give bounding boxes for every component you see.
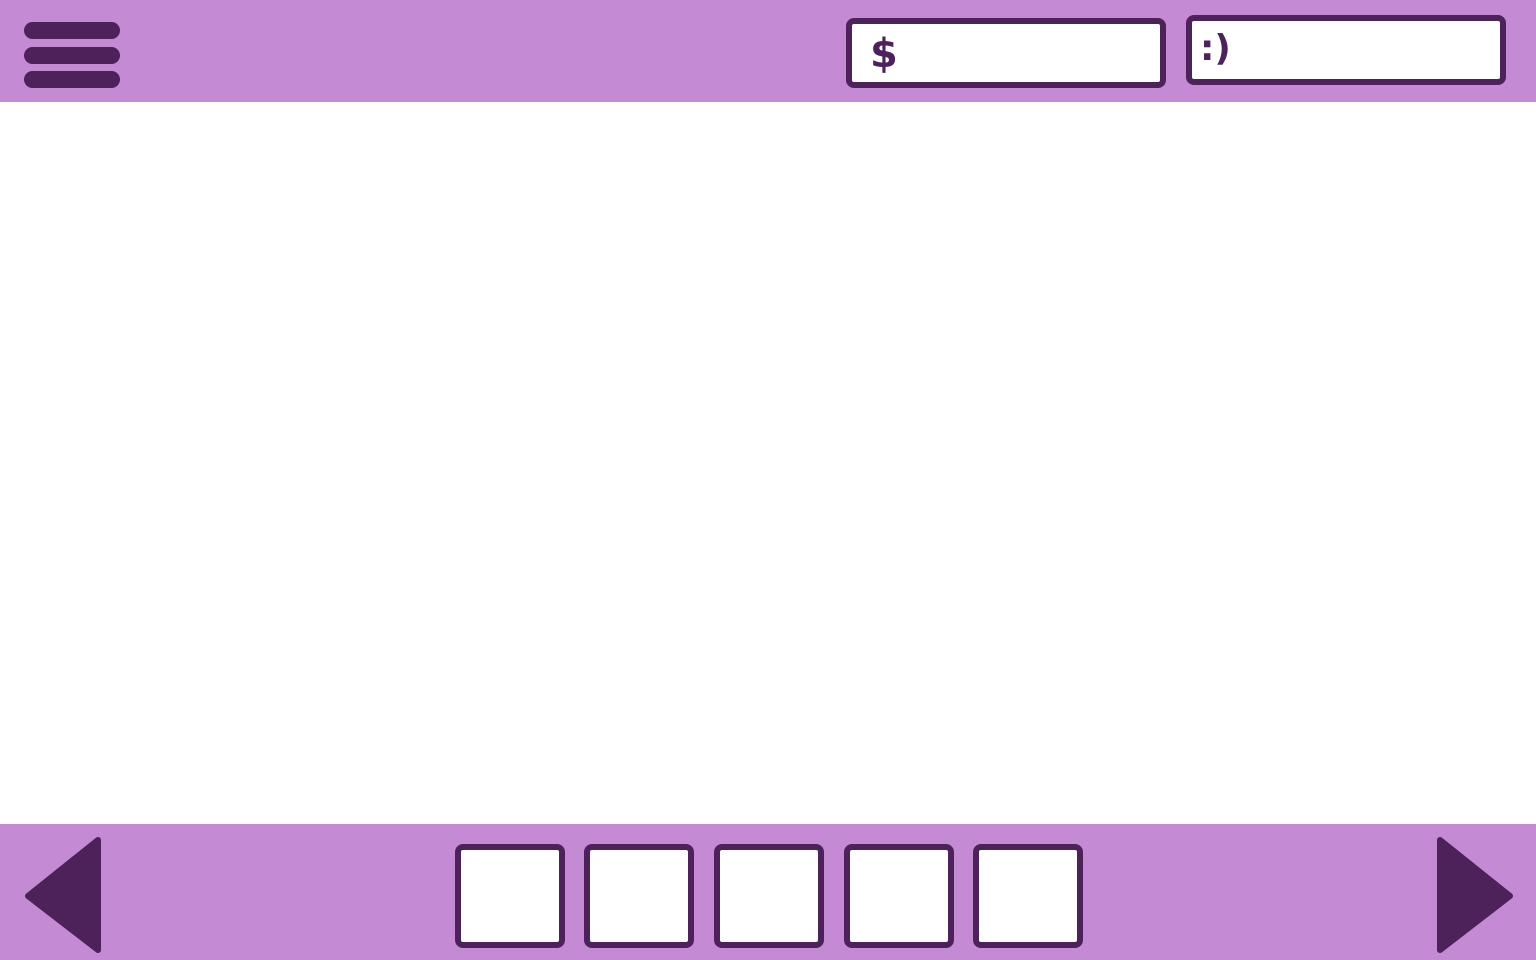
hamburger-line-middle <box>24 47 120 64</box>
inventory-slot-2[interactable] <box>584 844 694 948</box>
inventory-slot-4[interactable] <box>844 844 954 948</box>
play-area[interactable] <box>0 102 1536 824</box>
hamburger-menu-icon[interactable] <box>22 20 122 90</box>
hamburger-line-bottom <box>24 71 120 88</box>
mood-display: :) <box>1186 15 1506 85</box>
triangle-right-icon[interactable] <box>1434 836 1524 954</box>
inventory-slot-3[interactable] <box>714 844 824 948</box>
money-display: $ <box>846 18 1166 88</box>
smiley-icon: :) <box>1200 28 1231 69</box>
inventory-slot-1[interactable] <box>455 844 565 948</box>
inventory-slot-5[interactable] <box>973 844 1083 948</box>
dollar-icon: $ <box>870 31 898 77</box>
triangle-left-icon[interactable] <box>24 836 114 954</box>
top-bar: $ :) <box>0 0 1536 102</box>
game-screen: $ :) <box>0 0 1536 960</box>
hamburger-line-top <box>24 22 120 39</box>
